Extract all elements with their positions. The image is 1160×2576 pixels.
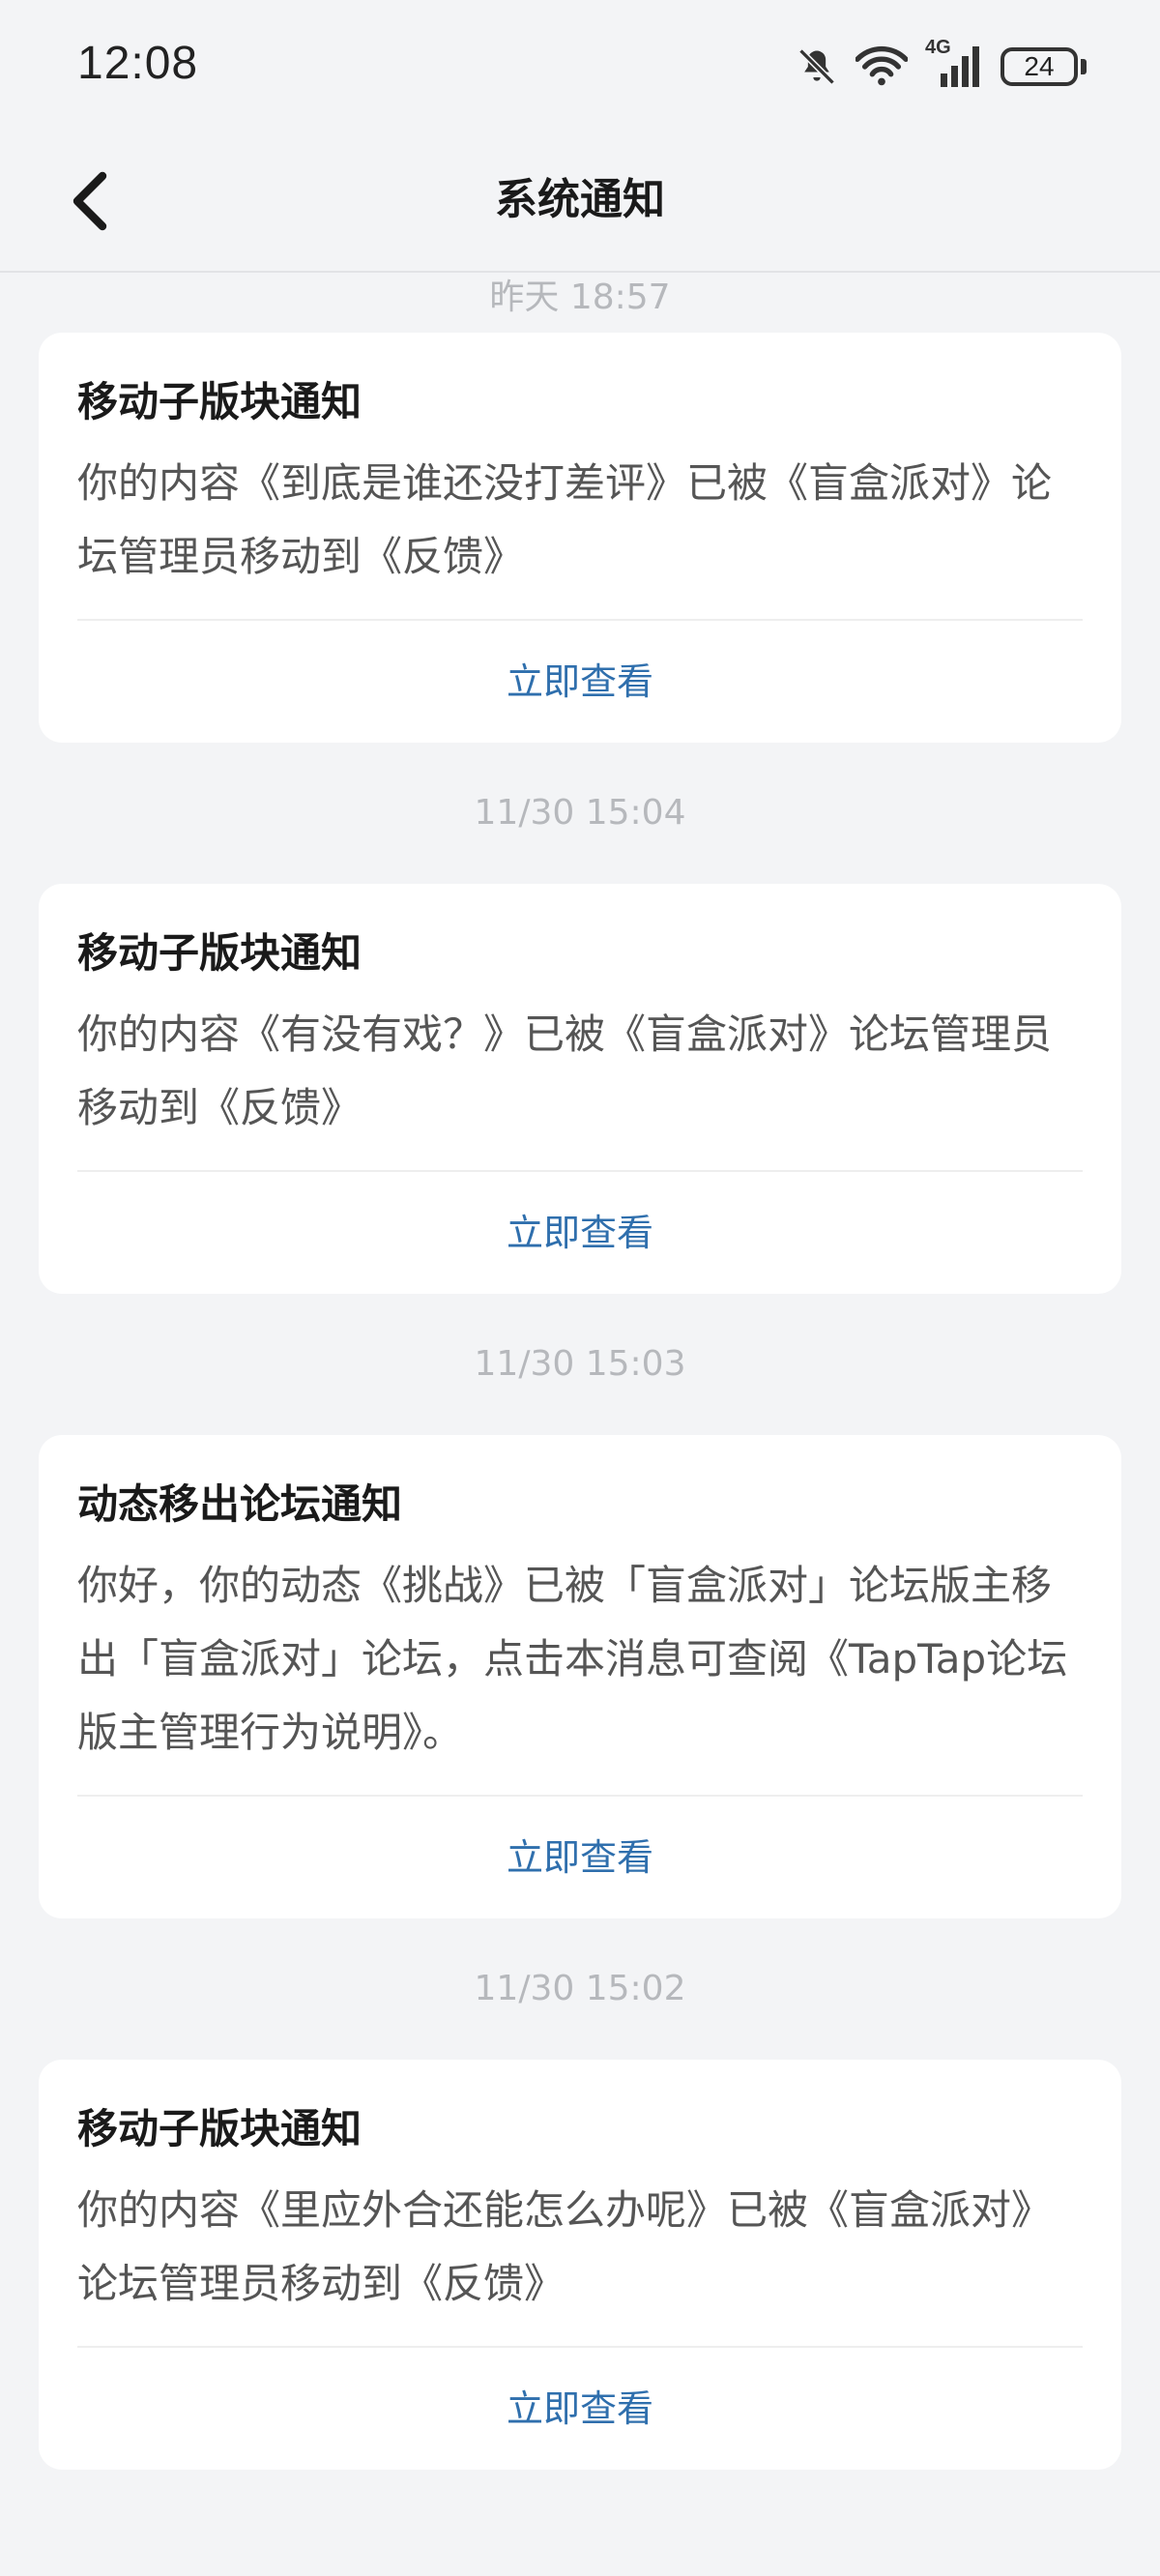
battery-tip	[1081, 59, 1087, 74]
notification-card[interactable]: 移动子版块通知 你的内容《有没有戏？》已被《盲盒派对》论坛管理员移动到《反馈》 …	[39, 884, 1121, 1294]
notification-card[interactable]: 移动子版块通知 你的内容《里应外合还能怎么办呢》已被《盲盒派对》论坛管理员移动到…	[39, 2060, 1121, 2470]
view-now-button[interactable]: 立即查看	[77, 1172, 1083, 1294]
notification-body: 你的内容《里应外合还能怎么办呢》已被《盲盒派对》论坛管理员移动到《反馈》	[77, 2174, 1083, 2348]
notification-timestamp: 11/30 15:02	[474, 1969, 686, 2008]
notification-body: 你的内容《到底是谁还没打差评》已被《盲盒派对》论坛管理员移动到《反馈》	[77, 447, 1083, 621]
view-now-button[interactable]: 立即查看	[77, 621, 1083, 743]
notification-title: 移动子版块通知	[77, 929, 362, 977]
status-icons: 4G 24	[796, 37, 1087, 91]
notification-title: 移动子版块通知	[77, 2105, 362, 2152]
notification-card[interactable]: 动态移出论坛通知 你好，你的动态《挑战》已被「盲盒派对」论坛版主移出「盲盒派对」…	[39, 1435, 1121, 1918]
bell-muted-icon	[796, 45, 838, 88]
view-now-button[interactable]: 立即查看	[77, 1797, 1083, 1918]
notification-body: 你的内容《有没有戏？》已被《盲盒派对》论坛管理员移动到《反馈》	[77, 998, 1083, 1172]
battery-icon: 24	[1000, 47, 1087, 86]
wifi-icon	[856, 45, 908, 88]
notification-title: 动态移出论坛通知	[77, 1480, 403, 1528]
battery-level: 24	[1000, 47, 1078, 86]
notification-card[interactable]: 移动子版块通知 你的内容《到底是谁还没打差评》已被《盲盒派对》论坛管理员移动到《…	[39, 333, 1121, 743]
view-now-button[interactable]: 立即查看	[77, 2348, 1083, 2470]
notification-timestamp: 11/30 15:03	[474, 1344, 686, 1384]
network-type-label: 4G	[925, 37, 951, 58]
notification-list: 昨天 18:57 移动子版块通知 你的内容《到底是谁还没打差评》已被《盲盒派对》…	[0, 273, 1160, 2470]
status-bar: 12:08 4G 24	[0, 0, 1160, 135]
navigation-bar: 系统通知	[0, 135, 1160, 273]
notification-timestamp: 11/30 15:04	[474, 793, 686, 833]
notification-timestamp: 昨天 18:57	[489, 278, 671, 317]
cellular-signal-icon: 4G	[925, 37, 983, 89]
notification-body: 你好，你的动态《挑战》已被「盲盒派对」论坛版主移出「盲盒派对」论坛，点击本消息可…	[77, 1549, 1083, 1797]
notification-title: 移动子版块通知	[77, 378, 362, 425]
page-title: 系统通知	[495, 175, 665, 224]
status-time: 12:08	[77, 38, 199, 89]
